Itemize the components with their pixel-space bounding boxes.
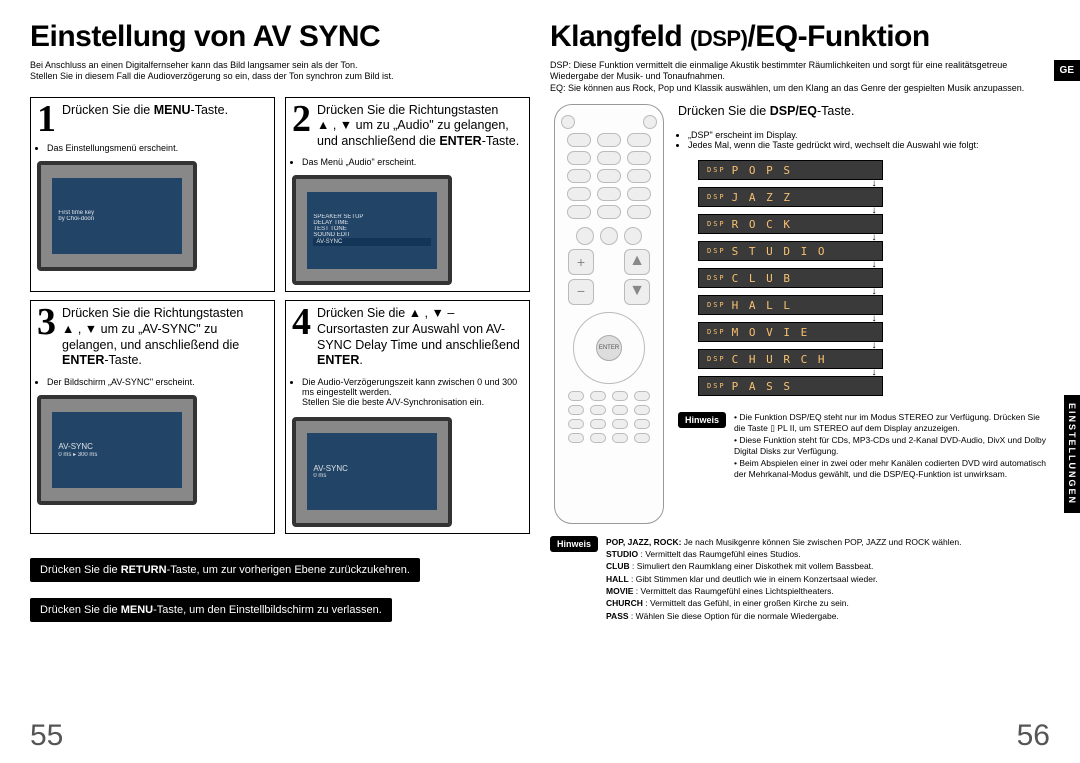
dsp-mode-list: DSPP O P S↓DSPJ A Z Z↓DSPR O C K↓DSPS T … [698,160,1050,396]
note-return: Drücken Sie die RETURN-Taste, um zur vor… [30,558,420,582]
note-return-b: RETURN [121,564,167,576]
step-3-text-c: ENTER [62,353,104,367]
step-3-text-a: Drücken Sie die Richtungstasten [62,306,243,320]
dsp-mode-movie: DSPM O V I E [698,322,883,342]
step-2-text-d: -Taste. [482,134,520,148]
step-4-number: 4 [292,306,311,338]
title-av-sync: Einstellung von AV SYNC [30,20,530,54]
step-4-text-a: Drücken Sie die ▲ , ▼ –Cursortasten zur … [317,306,520,351]
step-1-text-a: Drücken Sie die [62,103,150,117]
arrow-down-icon: ↓ [698,370,1050,375]
dsp-instruction-c: -Taste. [817,104,855,118]
step-1-text-c: -Taste. [191,103,229,117]
legend-item: CLUB : Simuliert den Raumklang einer Dis… [606,560,961,572]
step-1: 1 Drücken Sie die MENU-Taste. Das Einste… [30,97,275,293]
arrow-down-icon: ↓ [698,181,1050,186]
intro-av-sync: Bei Anschluss an einen Digitalfernseher … [30,60,530,83]
page-number-55: 55 [30,719,63,753]
legend-item: HALL : Gibt Stimmen klar und deutlich wi… [606,573,961,585]
page-56: GE EINSTELLUNGEN Klangfeld (DSP)/EQ-Funk… [550,20,1050,758]
step-1-bullet: Das Einstellungsmenü erscheint. [47,143,268,153]
section-tab-einstellungen: EINSTELLUNGEN [1064,395,1080,513]
step-4-text-c: . [359,353,362,367]
remote-dpad: ENTER [573,312,645,384]
hinweis-label-2: Hinweis [550,536,598,552]
note-return-a: Drücken Sie die [40,564,121,576]
step-1-number: 1 [37,103,56,135]
dsp-instruction-a: Drücken Sie die [678,104,770,118]
page-number-56: 56 [1017,719,1050,753]
step-4-bullet-2: Stellen Sie die beste A/V-Synchronisatio… [302,397,523,409]
title-dsp-eq-b: (DSP) [690,26,747,51]
page-55: Einstellung von AV SYNC Bei Anschluss an… [30,20,530,758]
step-3-text-b: ▲ , ▼ um zu „AV-SYNC" zu gelangen, und a… [62,322,239,352]
note-return-c: -Taste, um zur vorherigen Ebene zurückzu… [167,564,410,576]
step-3: 3 Drücken Sie die Richtungstasten ▲ , ▼ … [30,300,275,533]
mode-legend-list: POP, JAZZ, ROCK: Je nach Musikgenre könn… [606,536,961,622]
step-3-tv-illustration: AV-SYNC0 ms ▸ 300 ms [37,395,197,505]
step-4: 4 Drücken Sie die ▲ , ▼ –Cursortasten zu… [285,300,530,533]
dsp-mode-pass: DSPP A S S [698,376,883,396]
step-1-text-b: MENU [154,103,191,117]
dsp-mode-rock: DSPR O C K [698,214,883,234]
arrow-down-icon: ↓ [698,316,1050,321]
hinweis-text-3: Beim Abspielen einer in zwei oder mehr K… [734,458,1046,479]
note-menu-b: MENU [121,604,153,616]
hinweis-text-1: Die Funktion DSP/EQ steht nur im Modus S… [734,412,1040,433]
remote-control-illustration: +▲ −▼ ENTER [554,104,664,524]
dsp-mode-jazz: DSPJ A Z Z [698,187,883,207]
intro-dsp-eq: DSP: Diese Funktion vermittelt die einma… [550,60,1050,94]
legend-item: POP, JAZZ, ROCK: Je nach Musikgenre könn… [606,536,961,548]
dsp-mode-church: DSPC H U R C H [698,349,883,369]
legend-item: PASS : Wählen Sie diese Option für die n… [606,610,961,622]
step-4-text-b: ENTER [317,353,359,367]
step-3-bullet: Der Bildschirm „AV-SYNC" erscheint. [47,377,268,387]
step-2-tv-illustration: SPEAKER SETUPDELAY TIMETEST TONESOUND ED… [292,175,452,285]
step-3-text: Drücken Sie die Richtungstasten ▲ , ▼ um… [62,306,268,369]
dsp-mode-pops: DSPP O P S [698,160,883,180]
arrow-down-icon: ↓ [698,343,1050,348]
step-2-text: Drücken Sie die Richtungstasten ▲ , ▼ um… [317,103,523,150]
arrow-down-icon: ↓ [698,289,1050,294]
dsp-mode-club: DSPC L U B [698,268,883,288]
step-3-text-d: -Taste. [104,353,142,367]
step-2: 2 Drücken Sie die Richtungstasten ▲ , ▼ … [285,97,530,293]
hinweis-text-2: Diese Funktion steht für CDs, MP3-CDs un… [734,435,1046,456]
dsp-modes-panel: Drücken Sie die DSP/EQ-Taste. „DSP" ersc… [678,104,1050,481]
mode-legend-block: Hinweis POP, JAZZ, ROCK: Je nach Musikge… [550,536,1050,622]
dsp-mode-studio: DSPS T U D I O [698,241,883,261]
step-4-bullet-1: Die Audio-Verzögerungszeit kann zwischen… [302,377,523,397]
step-2-text-c: ENTER [439,134,481,148]
step-2-bullet: Das Menü „Audio" erscheint. [302,157,523,167]
title-dsp-eq: Klangfeld (DSP)/EQ-Funktion [550,20,1050,54]
step-1-text: Drücken Sie die MENU-Taste. [62,103,228,119]
dsp-instruction: Drücken Sie die DSP/EQ-Taste. [678,104,1050,118]
language-tab-ge: GE [1054,60,1080,81]
step-3-number: 3 [37,306,56,338]
legend-item: STUDIO : Vermittelt das Raumgefühl eines… [606,548,961,560]
arrow-down-icon: ↓ [698,262,1050,267]
title-dsp-eq-c: /EQ-Funktion [747,20,929,53]
step-2-text-a: Drücken Sie die Richtungstasten [317,103,498,117]
step-4-tv-illustration: AV-SYNC0 ms [292,417,452,527]
dsp-bullet-1: „DSP" erscheint im Display. [688,130,1050,140]
note-menu-c: -Taste, um den Einstellbildschirm zu ver… [153,604,382,616]
legend-item: CHURCH : Vermittelt das Gefühl, in einer… [606,597,961,609]
note-menu-a: Drücken Sie die [40,604,121,616]
legend-item: MOVIE : Vermittelt das Raumgefühl eines … [606,585,961,597]
hinweis-label: Hinweis [678,412,726,428]
arrow-down-icon: ↓ [698,235,1050,240]
title-dsp-eq-a: Klangfeld [550,20,690,53]
step-2-number: 2 [292,103,311,135]
hinweis-block: Hinweis • Die Funktion DSP/EQ steht nur … [678,412,1050,481]
dsp-instruction-b: DSP/EQ [770,104,817,118]
step-1-tv-illustration: First time keyby Choi-doon [37,161,197,271]
arrow-down-icon: ↓ [698,208,1050,213]
dsp-bullet-2: Jedes Mal, wenn die Taste gedrückt wird,… [688,140,1050,150]
dsp-mode-hall: DSPH A L L [698,295,883,315]
note-menu: Drücken Sie die MENU-Taste, um den Einst… [30,598,392,622]
step-4-text: Drücken Sie die ▲ , ▼ –Cursortasten zur … [317,306,523,369]
